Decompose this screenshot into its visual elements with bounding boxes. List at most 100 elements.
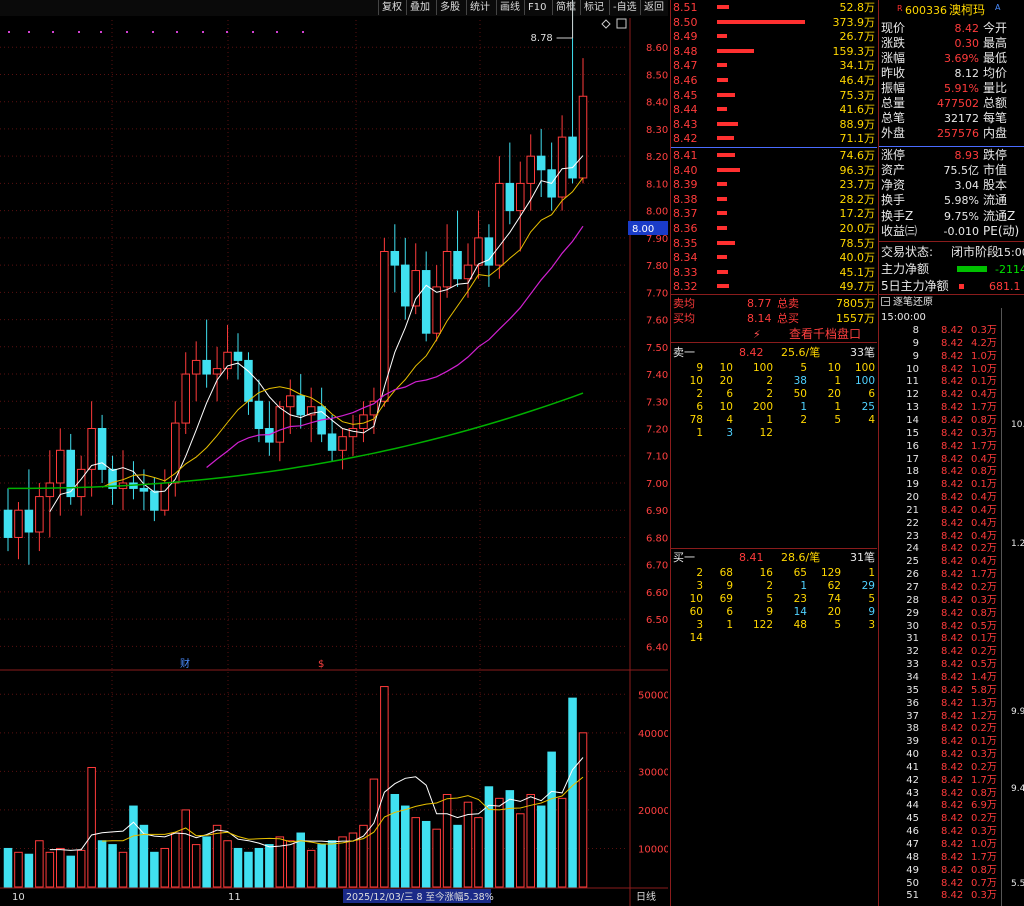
volume-bar bbox=[453, 824, 462, 888]
quote-value-13: -0.010 bbox=[943, 225, 979, 238]
event-dot bbox=[100, 31, 102, 33]
ask-level-3-volume: 159.3万 bbox=[832, 44, 876, 58]
y-tick-label: 8.30 bbox=[646, 125, 668, 136]
book-divider-3 bbox=[671, 342, 877, 343]
candle-body bbox=[495, 182, 504, 266]
candle-body bbox=[35, 496, 44, 533]
quote-right-label-3: 均价 bbox=[983, 66, 1008, 80]
bid-level-7-volume: 40.0万 bbox=[839, 251, 876, 265]
buy1-queue-cell: 1 bbox=[726, 619, 733, 631]
quote-panel: R 600336 澳柯玛 A 现价 8.42 今开 涨跌 0.30 最高 涨幅 3.69% 最低 昨收 8.… bbox=[878, 0, 1024, 906]
bid-level-5-price: 8.36 bbox=[673, 222, 698, 235]
tick-side-number: 9.4 bbox=[1011, 784, 1024, 794]
quote-value-9: 75.5亿 bbox=[943, 164, 980, 177]
volume-bar bbox=[432, 828, 441, 888]
candle-body bbox=[3, 509, 13, 538]
volume-bar bbox=[306, 849, 316, 888]
y-tick-label: 7.10 bbox=[646, 452, 668, 463]
main-net-label: 主力净额 bbox=[881, 262, 930, 276]
candle-body bbox=[212, 368, 222, 375]
quote-right-label-9: 市值 bbox=[983, 163, 1008, 177]
volume-bar bbox=[516, 813, 525, 888]
date-status-text: 2025/12/03/三 8 至今涨幅5.38% bbox=[346, 891, 494, 903]
collapse-plus-icon[interactable]: − bbox=[883, 294, 890, 309]
tick-side-number: 5.5 bbox=[1011, 879, 1024, 889]
avg-sell-value: 8.77 bbox=[747, 297, 772, 310]
bid-level-2-price: 8.39 bbox=[673, 178, 698, 192]
candle-body bbox=[150, 490, 159, 511]
thousand-book-link[interactable]: 查看千档盘口 bbox=[789, 327, 861, 342]
ask-level-5-price: 8.46 bbox=[673, 74, 698, 87]
ask-level-6-price: 8.45 bbox=[673, 88, 698, 102]
volume-bar bbox=[317, 844, 326, 888]
bid-level-9-volume: 49.7万 bbox=[839, 280, 876, 294]
sell1-queue-cell: 12 bbox=[759, 427, 773, 439]
ask-level-6-volume: 75.3万 bbox=[839, 88, 876, 102]
quote-value-2: 3.69% bbox=[944, 52, 979, 65]
ask-level-1-volume: 373.9万 bbox=[832, 15, 876, 29]
quote-value-10: 3.04 bbox=[954, 179, 980, 192]
volume-bar bbox=[202, 836, 211, 888]
ask-level-9-volume: 71.1万 bbox=[839, 132, 876, 146]
y-tick-label: 8.40 bbox=[646, 98, 668, 109]
sell1-label: 卖一 bbox=[673, 346, 695, 359]
buy1-queue-cell: 48 bbox=[793, 619, 807, 631]
bid-level-2-volume: 23.7万 bbox=[839, 178, 876, 192]
volume-bar bbox=[45, 851, 55, 888]
quote-right-label-13: PE(动) bbox=[983, 224, 1020, 238]
y-tick-label: 7.80 bbox=[646, 261, 668, 272]
volume-bar bbox=[66, 855, 75, 888]
volume-bar bbox=[14, 851, 23, 888]
volume-bar bbox=[547, 751, 556, 888]
volume-tick-label: 40000 bbox=[638, 729, 668, 740]
candle-body bbox=[87, 428, 96, 470]
y-tick-label: 7.20 bbox=[646, 425, 668, 436]
quote-value-7: 257576 bbox=[937, 127, 979, 140]
x-label-nov: 11 bbox=[228, 892, 241, 903]
candle-body bbox=[348, 428, 358, 438]
candle-body bbox=[139, 487, 149, 492]
trade-status-value: 闭市阶段 bbox=[951, 245, 1000, 259]
quote-label-8: 涨停 bbox=[881, 148, 906, 162]
y-tick-label: 6.80 bbox=[646, 533, 668, 544]
ask-level-4-price: 8.47 bbox=[673, 59, 698, 73]
volume-bar bbox=[129, 805, 138, 888]
book-divider-2 bbox=[671, 294, 877, 295]
quote-value-1: 0.30 bbox=[954, 37, 980, 50]
bid-level-4-volume: 17.2万 bbox=[839, 207, 876, 221]
candle-body bbox=[442, 250, 452, 288]
y-tick-label: 7.30 bbox=[646, 397, 668, 408]
period-label: 日线 bbox=[636, 890, 656, 903]
ask-level-1-bar bbox=[717, 19, 805, 24]
ask-level-8-bar bbox=[717, 121, 738, 126]
y-tick-label: 7.90 bbox=[646, 234, 668, 245]
event-dot bbox=[226, 31, 228, 33]
event-dot bbox=[28, 31, 30, 33]
sell1-queue-cell: 1 bbox=[696, 427, 703, 439]
volume-bar bbox=[526, 793, 535, 888]
volume-tick-label: 50000 bbox=[638, 690, 668, 701]
main5-marker bbox=[959, 284, 964, 289]
window-box-icon bbox=[616, 18, 627, 29]
volume-tick-label: 30000 bbox=[638, 767, 668, 778]
buy1-queue-cell: 122 bbox=[752, 619, 773, 631]
volume-bar bbox=[359, 824, 368, 888]
y-tick-label: 8.50 bbox=[646, 70, 668, 81]
event-dot bbox=[276, 31, 278, 33]
kline-chart[interactable]: 8.608.508.408.308.208.108.007.907.807.70… bbox=[0, 0, 668, 906]
order-book-panel: 8.51 52.8万 8.50 373.9万 8.49 26.7万 8.48 159.3万 8.… bbox=[670, 0, 877, 906]
volume-bar bbox=[265, 844, 274, 888]
ask-level-6-bar bbox=[717, 92, 735, 97]
candle-body bbox=[56, 449, 65, 484]
y-tick-label: 6.90 bbox=[646, 506, 668, 517]
volume-bar bbox=[275, 836, 285, 888]
buy1-queue-cell: 5 bbox=[834, 619, 841, 631]
y-tick-label: 7.00 bbox=[646, 479, 668, 490]
candle-body bbox=[421, 270, 431, 334]
volume-bar bbox=[108, 844, 117, 888]
event-dot bbox=[176, 31, 178, 33]
quote-label-11: 换手 bbox=[881, 193, 906, 207]
bid-level-0-volume: 74.6万 bbox=[839, 149, 876, 162]
bid-level-7-price: 8.34 bbox=[673, 251, 698, 265]
tick-title: 逐笔还原 bbox=[893, 297, 933, 308]
